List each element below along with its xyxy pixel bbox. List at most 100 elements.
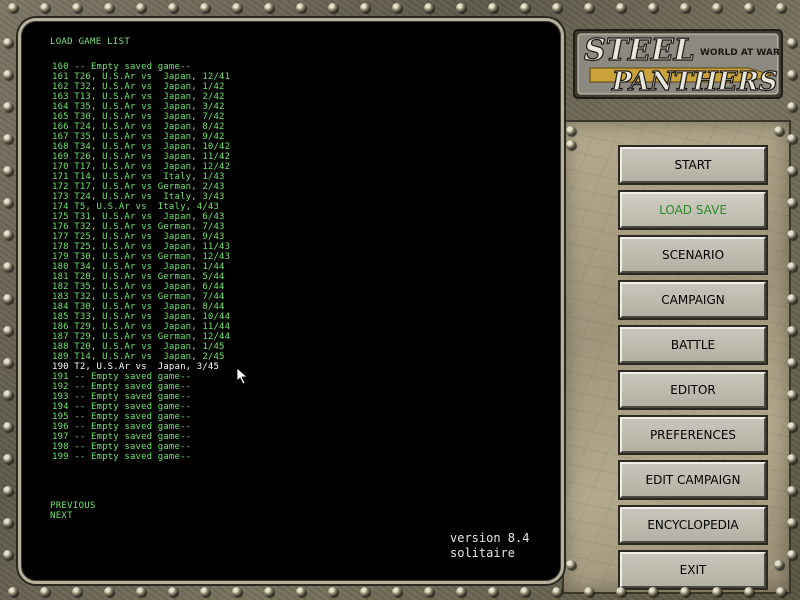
rivet-icon [8,587,18,597]
rivet-icon [3,390,13,400]
saved-game-item[interactable]: 188 T20, U.S.Ar vs Japan, 1/45 [52,342,230,352]
rivet-icon [787,102,797,112]
saved-game-item[interactable]: 169 T26, U.S.Ar vs Japan, 11/42 [52,152,230,162]
rivet-icon [40,587,50,597]
rivet-icon [488,587,498,597]
version-info: version 8.4 solitaire [450,531,529,561]
saved-game-item[interactable]: 165 T30, U.S.Ar vs Japan, 7/42 [52,112,230,122]
rivet-icon [8,3,18,13]
saved-games-list: 160 -- Empty saved game-- 161 T26, U.S.Ar… [52,62,230,462]
encyclopedia-button[interactable]: ENCYCLOPEDIA [620,507,766,543]
saved-game-item[interactable]: 199 -- Empty saved game-- [52,452,230,462]
rivet-icon [787,358,797,368]
saved-game-item[interactable]: 171 T14, U.S.Ar vs Italy, 1/43 [52,172,230,182]
saved-game-item[interactable]: 174 T5, U.S.Ar vs Italy, 4/43 [52,202,230,212]
saved-game-item[interactable]: 187 T29, U.S.Ar vs German, 12/44 [52,332,230,342]
edit-campaign-button[interactable]: EDIT CAMPAIGN [620,462,766,498]
rivet-icon [776,587,786,597]
rivet-icon [328,3,338,13]
rivet-icon [296,3,306,13]
load-save-button[interactable]: LOAD SAVE [620,192,766,228]
saved-game-item[interactable]: 170 T17, U.S.Ar vs Japan, 12/42 [52,162,230,172]
rivet-icon [680,587,690,597]
scenario-button[interactable]: SCENARIO [620,237,766,273]
start-button[interactable]: START [620,147,766,183]
battle-button[interactable]: BATTLE [620,327,766,363]
saved-game-item[interactable]: 191 -- Empty saved game-- [52,372,230,382]
rivet-icon [72,3,82,13]
saved-game-item[interactable]: 182 T35, U.S.Ar vs Japan, 6/44 [52,282,230,292]
rivet-icon [712,587,722,597]
saved-game-item[interactable]: 179 T30, U.S.Ar vs German, 12/43 [52,252,230,262]
saved-game-item[interactable]: 194 -- Empty saved game-- [52,402,230,412]
saved-game-item[interactable]: 167 T35, U.S.Ar vs Japan, 9/42 [52,132,230,142]
saved-game-item[interactable]: 164 T35, U.S.Ar vs Japan, 3/42 [52,102,230,112]
version-number: version 8.4 [450,531,530,545]
campaign-button[interactable]: CAMPAIGN [620,282,766,318]
rivet-icon [40,3,50,13]
rivet-icon [456,3,466,13]
saved-game-item[interactable]: 176 T32, U.S.Ar vs German, 7/43 [52,222,230,232]
saved-game-item[interactable]: 196 -- Empty saved game-- [52,422,230,432]
rivet-icon [787,422,797,432]
rivet-icon [232,3,242,13]
saved-game-item[interactable]: 161 T26, U.S.Ar vs Japan, 12/41 [52,72,230,82]
saved-game-item[interactable]: 189 T14, U.S.Ar vs Japan, 2/45 [52,352,230,362]
rivet-icon [616,587,626,597]
saved-game-item[interactable]: 163 T13, U.S.Ar vs Japan, 2/42 [52,92,230,102]
rivet-icon [3,326,13,336]
previous-link[interactable]: PREVIOUS [50,501,96,511]
saved-game-item[interactable]: 186 T29, U.S.Ar vs Japan, 11/44 [52,322,230,332]
saved-game-item-selected[interactable]: 190 T2, U.S.Ar vs Japan, 3/45 [52,362,230,372]
rivet-icon [616,3,626,13]
rivet-icon [3,102,13,112]
saved-game-item[interactable]: 172 T17, U.S.Ar vs German, 2/43 [52,182,230,192]
logo-panthers-text: PANTHERS [611,67,778,97]
saved-game-item[interactable]: 198 -- Empty saved game-- [52,442,230,452]
rivet-icon [3,230,13,240]
rivet-icon [648,587,658,597]
rivet-icon [3,550,13,560]
rivet-icon [3,134,13,144]
rivet-icon [168,3,178,13]
rivet-icon [787,326,797,336]
saved-game-item[interactable]: 181 T20, U.S.Ar vs German, 5/44 [52,272,230,282]
rivet-icon [776,3,786,13]
rivet-icon [3,454,13,464]
editor-button[interactable]: EDITOR [620,372,766,408]
rivet-icon [456,587,466,597]
saved-game-item[interactable]: 185 T33, U.S.Ar vs Japan, 10/44 [52,312,230,322]
rivet-icon [566,140,576,150]
rivet-icon [787,198,797,208]
rivet-icon [264,3,274,13]
saved-game-item[interactable]: 193 -- Empty saved game-- [52,392,230,402]
rivet-icon [3,166,13,176]
rivet-icon [72,587,82,597]
saved-game-item[interactable]: 183 T32, U.S.Ar vs German, 7/44 [52,292,230,302]
saved-game-item[interactable]: 173 T24, U.S.Ar vs Italy, 3/43 [52,192,230,202]
saved-game-item[interactable]: 192 -- Empty saved game-- [52,382,230,392]
rivet-icon [3,518,13,528]
rivet-icon [787,518,797,528]
saved-game-item[interactable]: 184 T30, U.S.Ar vs Japan, 8/44 [52,302,230,312]
steel-panthers-logo: STEEL WORLD AT WAR PANTHERS [573,29,783,99]
saved-game-item[interactable]: 175 T31, U.S.Ar vs Japan, 6/43 [52,212,230,222]
saved-game-item[interactable]: 180 T34, U.S.Ar vs Japan, 1/44 [52,262,230,272]
rivet-icon [787,454,797,464]
saved-game-item[interactable]: 166 T24, U.S.Ar vs Japan, 8/42 [52,122,230,132]
saved-game-item[interactable]: 178 T25, U.S.Ar vs Japan, 11/43 [52,242,230,252]
next-link[interactable]: NEXT [50,511,73,521]
preferences-button[interactable]: PREFERENCES [620,417,766,453]
saved-game-item[interactable]: 162 T32, U.S.Ar vs Japan, 1/42 [52,82,230,92]
exit-button[interactable]: EXIT [620,552,766,588]
rivet-icon [566,126,576,136]
rivet-icon [3,198,13,208]
saved-game-item[interactable]: 195 -- Empty saved game-- [52,412,230,422]
rivet-icon [264,587,274,597]
rivet-icon [136,587,146,597]
saved-game-item[interactable]: 160 -- Empty saved game-- [52,62,230,72]
saved-game-item[interactable]: 168 T34, U.S.Ar vs Japan, 10/42 [52,142,230,152]
saved-game-item[interactable]: 177 T25, U.S.Ar vs Japan, 9/43 [52,232,230,242]
saved-game-item[interactable]: 197 -- Empty saved game-- [52,432,230,442]
rivet-icon [392,3,402,13]
